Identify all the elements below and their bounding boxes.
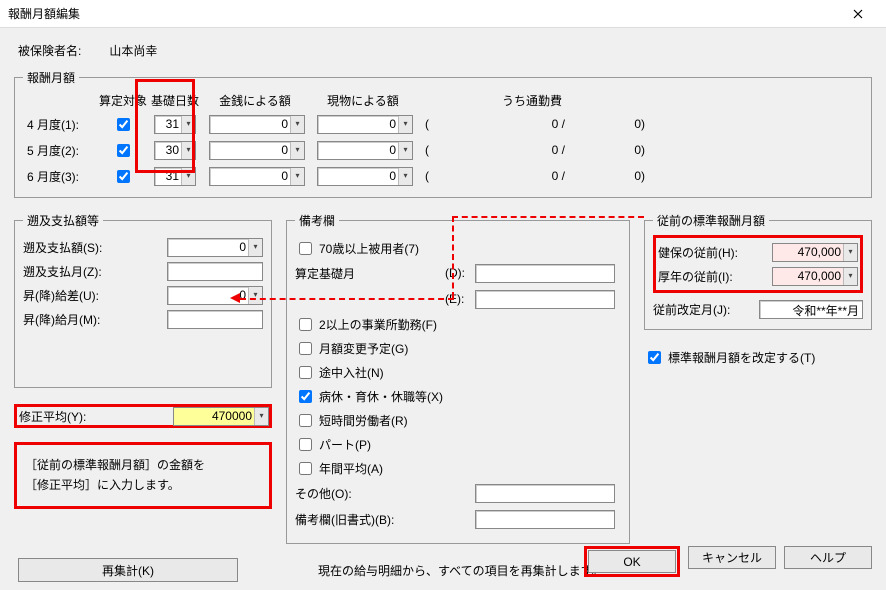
month1-commute-b: 0) (567, 117, 647, 131)
revise-month-value[interactable]: 令和**年**月 (759, 300, 863, 319)
arrow-head-icon (230, 293, 240, 303)
callout-line2: ［修正平均］に入力します。 (25, 475, 261, 495)
month1-days[interactable]: ▾ (154, 115, 196, 134)
multi-office-label: 2以上の事業所勤務(F) (319, 316, 437, 333)
month3-label: 6 月度(3): (23, 168, 97, 185)
corrected-avg[interactable]: ▾ (173, 407, 269, 426)
prev-highlight-box: 健保の従前(H): ▾ 厚年の従前(I): ▾ (653, 235, 863, 293)
month3-commute-a: 0 / (437, 169, 567, 183)
base-month-label: 算定基礎月 (295, 265, 445, 282)
close-icon (853, 9, 863, 19)
month3-days[interactable]: ▾ (154, 167, 196, 186)
instruction-callout: ［従前の標準報酬月額］の金額を ［修正平均］に入力します。 (14, 442, 272, 509)
help-button[interactable]: ヘルプ (784, 546, 872, 569)
month-row-3: 6 月度(3): ▾ ▾ ▾ ( 0 / 0) (23, 165, 863, 187)
insured-label: 被保険者名: (18, 42, 81, 59)
revise-month-label: 従前改定月(J): (653, 301, 741, 318)
kenpo-value[interactable]: ▾ (772, 243, 858, 262)
window-title: 報酬月額編集 (8, 5, 80, 22)
part-label: パート(P) (319, 436, 371, 453)
month1-target-check[interactable] (117, 118, 130, 131)
month2-commute-a: 0 / (437, 143, 567, 157)
month-row-1: 4 月度(1): ▾ ▾ ▾ ( 0 / 0) (23, 113, 863, 135)
old-remark-field[interactable] (475, 510, 615, 529)
retro-amount-label: 遡及支払額(S): (23, 239, 113, 256)
raise-month[interactable] (167, 310, 263, 329)
revise-std-check[interactable] (648, 351, 661, 364)
recalc-message: 現在の給与明細から、すべての項目を再集計します。 (318, 562, 603, 579)
insured-name: 山本尚幸 (109, 42, 157, 59)
col-target: 算定対象 (97, 92, 149, 109)
month2-commute-b: 0) (567, 143, 647, 157)
over70-label: 70歳以上被用者(7) (319, 240, 419, 257)
remarks-group: 備考欄 70歳以上被用者(7) 算定基礎月 (D): (E): 2以上の事業所勤… (286, 212, 630, 544)
old-remark-label: 備考欄(旧書式)(B): (295, 511, 475, 528)
raise-amt[interactable]: ▾ (167, 286, 263, 305)
month2-days[interactable]: ▾ (154, 141, 196, 160)
monthly-group: 報酬月額 算定対象 基礎日数 金銭による額 現物による額 うち通勤費 4 月度(… (14, 69, 872, 198)
prev-std-legend: 従前の標準報酬月額 (653, 212, 769, 229)
part-check[interactable] (299, 438, 312, 451)
month3-target-check[interactable] (117, 170, 130, 183)
raise-amt-label: 昇(降)給差(U): (23, 287, 113, 304)
month3-goods[interactable]: ▾ (317, 167, 413, 186)
raise-month-label: 昇(降)給月(M): (23, 311, 113, 328)
month3-commute-b: 0) (567, 169, 647, 183)
retro-month[interactable] (167, 262, 263, 281)
month1-commute-a: 0 / (437, 117, 567, 131)
month1-cash[interactable]: ▾ (209, 115, 305, 134)
ok-button[interactable]: OK (588, 550, 676, 573)
leave-check[interactable] (299, 390, 312, 403)
corrected-avg-label: 修正平均(Y): (19, 408, 109, 425)
retro-legend: 遡及支払額等 (23, 212, 103, 229)
arrow-seg-2 (452, 216, 454, 298)
kenpo-label: 健保の従前(H): (658, 244, 746, 261)
other-label: その他(O): (295, 485, 475, 502)
revise-std-label: 標準報酬月額を改定する(T) (668, 349, 815, 366)
month-row-2: 5 月度(2): ▾ ▾ ▾ ( 0 / 0) (23, 139, 863, 161)
base-month-e[interactable] (475, 290, 615, 309)
month3-cash[interactable]: ▾ (209, 167, 305, 186)
month-change-label: 月額変更予定(G) (319, 340, 408, 357)
month1-goods[interactable]: ▾ (317, 115, 413, 134)
month2-label: 5 月度(2): (23, 142, 97, 159)
monthly-legend: 報酬月額 (23, 69, 79, 86)
col-goods: 現物による額 (309, 92, 417, 109)
cancel-button[interactable]: キャンセル (688, 546, 776, 569)
midyear-check[interactable] (299, 366, 312, 379)
recalc-button[interactable]: 再集計(K) (18, 558, 238, 582)
col-days: 基礎日数 (149, 92, 201, 109)
ok-highlight: OK (584, 546, 680, 577)
month2-goods[interactable]: ▾ (317, 141, 413, 160)
col-commute: うち通勤費 (447, 92, 617, 109)
arrow-seg-3 (240, 298, 454, 300)
arrow-seg-1 (452, 216, 644, 218)
base-month-d[interactable] (475, 264, 615, 283)
kounen-value[interactable]: ▾ (772, 267, 858, 286)
callout-line1: ［従前の標準報酬月額］の金額を (25, 455, 261, 475)
col-cash: 金銭による額 (201, 92, 309, 109)
kounen-label: 厚年の従前(I): (658, 268, 746, 285)
close-button[interactable] (838, 0, 878, 28)
prev-std-group: 従前の標準報酬月額 健保の従前(H): ▾ 厚年の従前(I): ▾ 従前改定月(… (644, 212, 872, 330)
key-d: (D): (445, 266, 475, 280)
other-field[interactable] (475, 484, 615, 503)
retro-month-label: 遡及支払月(Z): (23, 263, 113, 280)
month-change-check[interactable] (299, 342, 312, 355)
annual-check[interactable] (299, 462, 312, 475)
annual-label: 年間平均(A) (319, 460, 383, 477)
midyear-label: 途中入社(N) (319, 364, 384, 381)
multi-office-check[interactable] (299, 318, 312, 331)
corrected-avg-row: 修正平均(Y): ▾ (14, 404, 272, 428)
over70-check[interactable] (299, 242, 312, 255)
leave-label: 病休・育休・休職等(X) (319, 388, 443, 405)
shorttime-label: 短時間労働者(R) (319, 412, 408, 429)
month2-target-check[interactable] (117, 144, 130, 157)
shorttime-check[interactable] (299, 414, 312, 427)
remarks-legend: 備考欄 (295, 212, 339, 229)
month1-label: 4 月度(1): (23, 116, 97, 133)
month2-cash[interactable]: ▾ (209, 141, 305, 160)
retro-amount[interactable]: ▾ (167, 238, 263, 257)
